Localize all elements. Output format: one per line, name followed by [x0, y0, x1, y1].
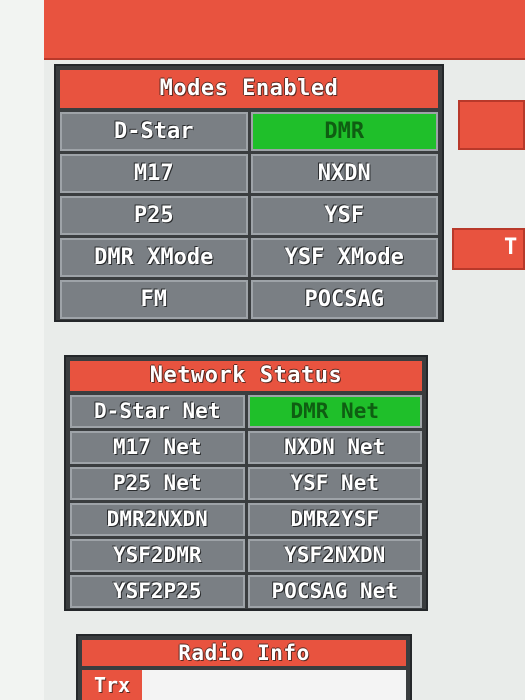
network-grid: D-Star Net DMR Net M17 Net NXDN Net P25 … — [70, 395, 422, 608]
mode-pocsag: POCSAG — [250, 280, 438, 319]
modes-enabled-panel: Modes Enabled D-Star DMR M17 NXDN P25 YS… — [54, 64, 444, 322]
mode-ysf-xmode: YSF XMode — [250, 238, 438, 277]
radio-trx-label: Trx — [82, 670, 142, 700]
net-dstar: D-Star Net — [70, 395, 245, 428]
net-ysf2dmr: YSF2DMR — [70, 539, 245, 572]
radio-trx-row: Trx — [82, 670, 406, 700]
mode-dmr-xmode: DMR XMode — [60, 238, 248, 277]
modes-grid: D-Star DMR M17 NXDN P25 YSF DMR XMode YS… — [60, 112, 438, 319]
mode-m17: M17 — [60, 154, 248, 193]
net-dmr2ysf: DMR2YSF — [247, 503, 422, 536]
net-m17: M17 Net — [70, 431, 245, 464]
modes-enabled-title: Modes Enabled — [60, 70, 438, 108]
side-block-top — [458, 100, 525, 150]
net-pocsag: POCSAG Net — [247, 575, 422, 608]
side-block-bottom: T — [452, 228, 525, 270]
net-dmr2nxdn: DMR2NXDN — [70, 503, 245, 536]
mode-p25: P25 — [60, 196, 248, 235]
radio-info-title: Radio Info — [82, 640, 406, 666]
net-p25: P25 Net — [70, 467, 245, 500]
network-status-panel: Network Status D-Star Net DMR Net M17 Ne… — [64, 355, 428, 611]
net-ysf: YSF Net — [247, 467, 422, 500]
left-margin — [0, 0, 44, 700]
top-banner — [44, 0, 525, 60]
mode-ysf: YSF — [250, 196, 438, 235]
mode-nxdn: NXDN — [250, 154, 438, 193]
mode-dmr: DMR — [250, 112, 438, 151]
net-nxdn: NXDN Net — [247, 431, 422, 464]
net-ysf2nxdn: YSF2NXDN — [247, 539, 422, 572]
side-block-label: T — [504, 235, 518, 260]
net-dmr: DMR Net — [247, 395, 422, 428]
radio-trx-value — [142, 670, 406, 700]
network-status-title: Network Status — [70, 361, 422, 391]
net-ysf2p25: YSF2P25 — [70, 575, 245, 608]
radio-info-panel: Radio Info Trx — [76, 634, 412, 700]
mode-dstar: D-Star — [60, 112, 248, 151]
mode-fm: FM — [60, 280, 248, 319]
